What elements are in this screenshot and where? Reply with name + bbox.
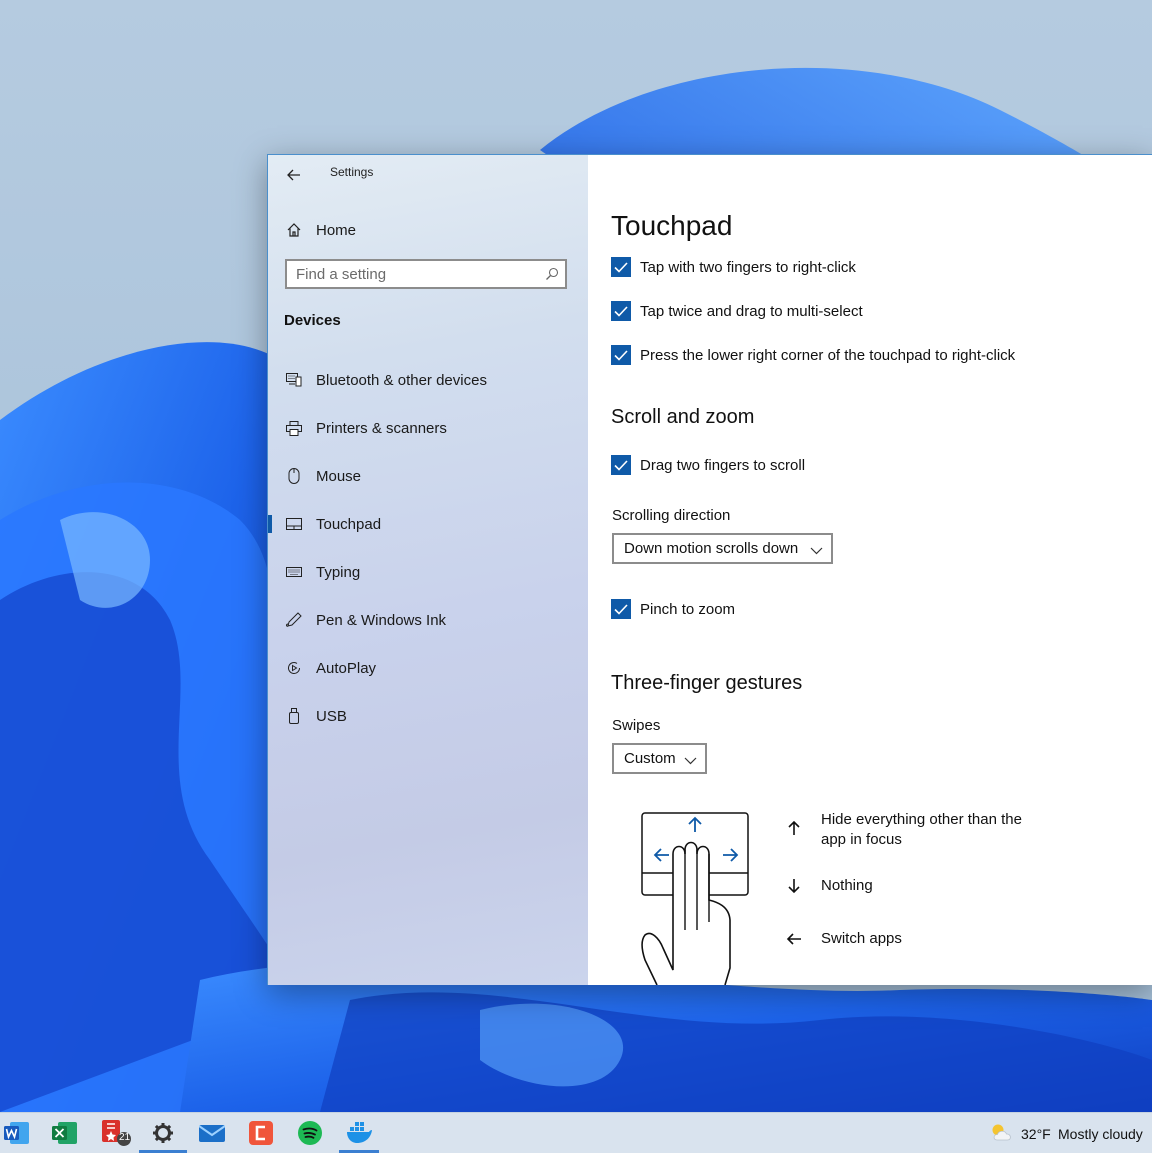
checkbox-label: Tap twice and drag to multi-select <box>640 302 863 320</box>
arrow-down-icon <box>785 876 803 894</box>
window-title: Settings <box>330 165 374 179</box>
autoplay-icon <box>285 659 303 677</box>
dropdown-value: Down motion scrolls down <box>624 540 799 557</box>
page-title: Touchpad <box>611 210 733 241</box>
mouse-icon <box>285 467 303 485</box>
sidebar-item-usb[interactable]: USB <box>268 696 588 736</box>
docker-icon[interactable] <box>343 1117 375 1149</box>
gesture-action-text: Nothing <box>821 877 873 894</box>
settings-sidebar: Settings Home Find a setting Devices Blu… <box>268 155 588 985</box>
sidebar-item-label: Pen & Windows Ink <box>316 611 447 629</box>
search-input[interactable]: Find a setting <box>285 259 567 289</box>
acrobat-icon[interactable]: 21 <box>99 1117 131 1149</box>
sidebar-item-printers[interactable]: Printers & scanners <box>268 408 588 448</box>
arrow-up-icon <box>785 810 803 835</box>
excel-icon[interactable] <box>49 1117 81 1149</box>
home-icon <box>285 221 303 239</box>
dropdown-value: Custom <box>624 750 676 767</box>
sidebar-item-label: Typing <box>316 563 361 581</box>
settings-window: Settings Home Find a setting Devices Blu… <box>267 154 1152 985</box>
checkbox-label: Pinch to zoom <box>640 600 736 618</box>
sidebar-item-touchpad[interactable]: Touchpad <box>268 504 588 544</box>
section-heading: Devices <box>284 312 341 329</box>
scroll-zoom-heading: Scroll and zoom <box>611 406 755 428</box>
printer-icon <box>285 419 303 437</box>
sidebar-item-home[interactable]: Home <box>268 213 588 247</box>
spotify-icon[interactable] <box>294 1117 326 1149</box>
sidebar-item-typing[interactable]: Typing <box>268 552 588 592</box>
checkmark-icon <box>611 599 631 619</box>
touchpad-settings-page: Touchpad Tap with two fingers to right-c… <box>588 155 1152 985</box>
mail-icon[interactable] <box>196 1117 228 1149</box>
sidebar-item-bluetooth[interactable]: Bluetooth & other devices <box>268 360 588 400</box>
search-placeholder: Find a setting <box>296 266 387 283</box>
checkmark-icon <box>611 301 631 321</box>
sidebar-item-label: Bluetooth & other devices <box>316 371 487 389</box>
checkmark-icon <box>611 257 631 277</box>
clipchamp-icon[interactable] <box>245 1117 277 1149</box>
cloudy-weather-icon <box>989 1122 1015 1147</box>
sidebar-item-label: AutoPlay <box>316 659 377 677</box>
gesture-up-row: Hide everything other than the app in fo… <box>785 810 1036 850</box>
lower-right-corner-checkbox[interactable]: Press the lower right corner of the touc… <box>611 345 1015 365</box>
gesture-action-text: Hide everything other than the app in fo… <box>821 811 1022 848</box>
sidebar-item-pen[interactable]: Pen & Windows Ink <box>268 600 588 640</box>
three-finger-heading: Three-finger gestures <box>611 672 803 694</box>
checkmark-icon <box>611 455 631 475</box>
tap-twice-drag-checkbox[interactable]: Tap twice and drag to multi-select <box>611 301 863 321</box>
three-finger-gesture-illustration <box>641 812 749 985</box>
checkbox-label: Press the lower right corner of the touc… <box>640 346 1016 364</box>
gesture-action-text: Switch apps <box>821 930 902 947</box>
taskbar: 21 32°F Mostly cloudy <box>0 1112 1152 1153</box>
chevron-down-icon <box>684 752 697 769</box>
sidebar-item-label: USB <box>316 707 347 725</box>
back-arrow-icon <box>287 169 300 181</box>
pen-icon <box>285 611 303 629</box>
scrolling-direction-label: Scrolling direction <box>612 507 731 524</box>
sidebar-item-label: Printers & scanners <box>316 419 447 437</box>
checkbox-label: Tap with two fingers to right-click <box>640 258 856 276</box>
sidebar-item-label: Mouse <box>316 467 362 485</box>
sidebar-item-autoplay[interactable]: AutoPlay <box>268 648 588 688</box>
checkbox-label: Drag two fingers to scroll <box>640 456 806 474</box>
gesture-down-row: Nothing <box>785 876 1036 896</box>
search-icon <box>545 267 559 286</box>
sidebar-item-mouse[interactable]: Mouse <box>268 456 588 496</box>
bluetooth-devices-icon <box>285 371 303 389</box>
word-icon[interactable] <box>1 1117 33 1149</box>
home-label: Home <box>316 221 357 239</box>
usb-icon <box>285 707 303 725</box>
scrolling-direction-dropdown[interactable]: Down motion scrolls down <box>612 533 833 564</box>
swipes-label: Swipes <box>612 717 661 734</box>
touchpad-icon <box>285 515 303 533</box>
acrobat-badge: 21 <box>119 1132 131 1143</box>
weather-condition[interactable]: Mostly cloudy <box>1058 1126 1143 1142</box>
back-button[interactable] <box>280 161 308 189</box>
tap-two-fingers-checkbox[interactable]: Tap with two fingers to right-click <box>611 257 856 277</box>
checkmark-icon <box>611 345 631 365</box>
settings-icon[interactable] <box>147 1117 179 1149</box>
sidebar-item-label: Touchpad <box>316 515 382 533</box>
chevron-down-icon <box>810 542 823 559</box>
weather-temperature[interactable]: 32°F <box>1021 1126 1051 1142</box>
swipes-dropdown[interactable]: Custom <box>612 743 707 774</box>
arrow-left-icon <box>785 929 803 947</box>
keyboard-icon <box>285 563 303 581</box>
gesture-left-row: Switch apps <box>785 929 1036 949</box>
drag-two-fingers-checkbox[interactable]: Drag two fingers to scroll <box>611 455 805 475</box>
pinch-zoom-checkbox[interactable]: Pinch to zoom <box>611 599 735 619</box>
